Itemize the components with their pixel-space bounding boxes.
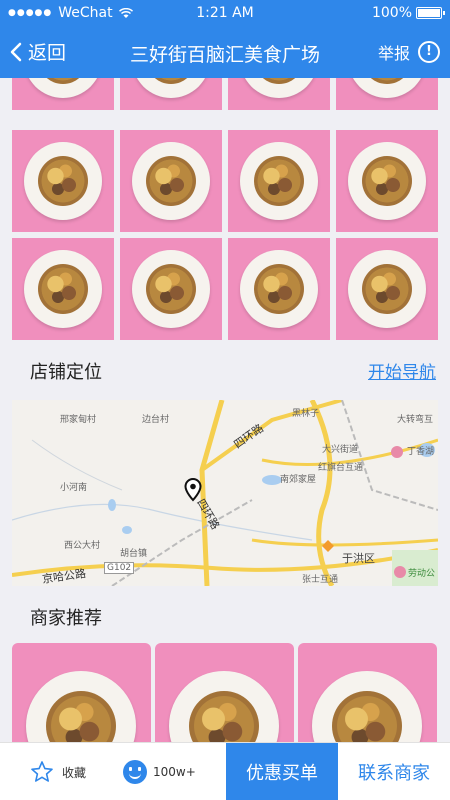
map-label: 张士互通 (302, 575, 339, 585)
favorite-label: 收藏 (62, 765, 87, 780)
food-plate-image (132, 78, 210, 98)
map-label: 红旗台互通 (318, 463, 364, 473)
map-highway-badge: G102 (104, 562, 135, 574)
start-navigation-link[interactable]: 开始导航 (368, 358, 436, 383)
contact-merchant-button[interactable]: 联系商家 (338, 743, 450, 800)
map-label: 丁香湖 (407, 447, 435, 457)
photo-grid (12, 78, 438, 340)
food-plate-image (312, 671, 422, 743)
map-label: 大兴街道 (322, 445, 359, 455)
food-plate-image (132, 250, 210, 328)
recommend-title: 商家推荐 (30, 608, 102, 629)
bottom-action-bar: 收藏 100w+ 优惠买单 联系商家 (0, 742, 450, 800)
discount-pay-button[interactable]: 优惠买单 (226, 743, 338, 800)
food-plate-image (24, 250, 102, 328)
status-bar: ●●●●● WeChat 1:21 AM 100% (0, 0, 450, 26)
map-label: 大转弯互 (397, 415, 434, 425)
food-plate-image (348, 250, 426, 328)
info-icon: ! (418, 41, 440, 63)
food-plate-image (348, 78, 426, 98)
food-plate-image (240, 78, 318, 98)
food-photo[interactable] (336, 78, 438, 110)
food-plate-image (240, 142, 318, 220)
map-label: 小河南 (60, 483, 88, 493)
report-button[interactable]: 举报 ! (378, 40, 440, 64)
map-label: 于洪区 (342, 552, 375, 565)
food-photo[interactable] (120, 238, 222, 340)
food-plate-image (348, 142, 426, 220)
like-count: 100w+ (153, 765, 196, 779)
status-right: 100% (371, 5, 445, 21)
food-plate-image (24, 78, 102, 98)
recommend-card[interactable] (155, 643, 294, 743)
food-photo[interactable] (12, 130, 114, 232)
food-plate-image (132, 142, 210, 220)
chevron-left-icon (10, 42, 22, 61)
back-button[interactable]: 返回 (10, 38, 66, 65)
map-label: 边台村 (142, 415, 170, 425)
food-photo[interactable] (120, 130, 222, 232)
star-icon (31, 761, 53, 782)
food-plate-image (24, 142, 102, 220)
food-photo[interactable] (336, 130, 438, 232)
recommend-card[interactable] (12, 643, 151, 743)
food-plate-image (169, 671, 279, 743)
food-photo[interactable] (120, 78, 222, 110)
battery-icon (416, 7, 445, 19)
food-photo[interactable] (228, 78, 330, 110)
food-plate-image (26, 671, 136, 743)
food-photo[interactable] (228, 238, 330, 340)
map-label: 邢家甸村 (60, 415, 97, 425)
map-label: 西公大村 (64, 541, 101, 551)
nav-bar: 返回 三好街百脑汇美食广场 举报 ! (0, 26, 450, 78)
favorite-button[interactable]: 收藏 (30, 743, 86, 800)
smile-icon (123, 760, 147, 784)
food-plate-image (240, 250, 318, 328)
map-label: 胡台镇 (120, 549, 148, 559)
map-label: 黑林子 (292, 409, 320, 419)
food-photo[interactable] (228, 130, 330, 232)
location-map[interactable]: 邢家甸村 边台村 黑林子 大转弯互 四环路 大兴街道 丁香湖 小河南 南郊家屋 … (12, 400, 438, 586)
map-label: 劳动公 (408, 569, 436, 579)
like-button[interactable]: 100w+ (123, 743, 196, 800)
recommend-list (12, 643, 438, 743)
recommend-card[interactable] (298, 643, 437, 743)
back-label: 返回 (28, 42, 67, 64)
food-photo[interactable] (12, 238, 114, 340)
shop-location-title: 店铺定位 (30, 362, 102, 383)
food-photo[interactable] (12, 78, 114, 110)
map-label: 南郊家屋 (280, 475, 317, 485)
location-pin-icon (184, 478, 202, 502)
report-label: 举报 (377, 44, 410, 63)
food-photo[interactable] (336, 238, 438, 340)
battery-percent: 100% (371, 5, 412, 21)
